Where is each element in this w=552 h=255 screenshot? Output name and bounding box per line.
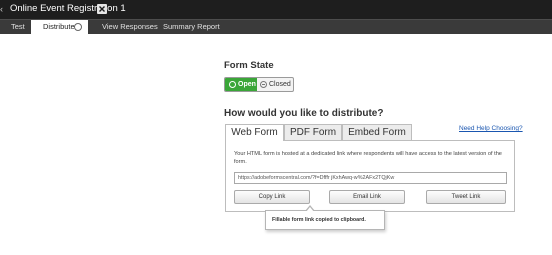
copied-tooltip: Fillable form link copied to clipboard.: [265, 205, 385, 230]
minus-circle-icon: [260, 81, 267, 88]
tab-distribute-label: Distribute: [43, 22, 75, 31]
open-state-button[interactable]: Open: [225, 78, 257, 91]
form-state-toggle: Open Closed: [224, 77, 294, 92]
back-chevron-icon[interactable]: ‹: [0, 4, 3, 14]
tab-test[interactable]: Test: [11, 20, 25, 35]
tab-summary-report[interactable]: Summary Report: [163, 20, 220, 35]
email-link-button[interactable]: Email Link: [329, 190, 405, 204]
help-choosing-link[interactable]: Need Help Choosing?: [459, 125, 523, 132]
close-form-icon[interactable]: [97, 4, 107, 14]
tab-distribute[interactable]: Distribute: [31, 20, 88, 36]
tab-web-form[interactable]: Web Form: [225, 124, 284, 141]
open-state-label: Open: [238, 81, 256, 88]
tab-view-responses[interactable]: View Responses: [102, 20, 158, 35]
status-circle-icon: [74, 23, 82, 31]
tooltip-text: Fillable form link copied to clipboard.: [272, 217, 366, 223]
main-tab-bar: Test Distribute View Responses Summary R…: [0, 19, 552, 36]
window-title: Online Event Registration 1: [10, 3, 126, 14]
tweet-link-button[interactable]: Tweet Link: [426, 190, 506, 204]
closed-state-label: Closed: [269, 81, 291, 88]
form-state-heading: Form State: [224, 60, 274, 71]
copy-link-button[interactable]: Copy Link: [234, 190, 310, 204]
distribute-heading: How would you like to distribute?: [224, 108, 384, 119]
title-bar: ‹ Online Event Registration 1: [0, 0, 552, 19]
web-form-panel: Your HTML form is hosted at a dedicated …: [225, 140, 515, 212]
tab-embed-form[interactable]: Embed Form: [342, 124, 412, 140]
tooltip-arrow-fill: [306, 207, 314, 212]
tab-pdf-form[interactable]: PDF Form: [284, 124, 342, 140]
radio-selected-icon: [229, 81, 236, 88]
web-form-description: Your HTML form is hosted at a dedicated …: [234, 151, 502, 165]
form-url-field[interactable]: [234, 172, 507, 184]
closed-state-button[interactable]: Closed: [257, 78, 293, 91]
